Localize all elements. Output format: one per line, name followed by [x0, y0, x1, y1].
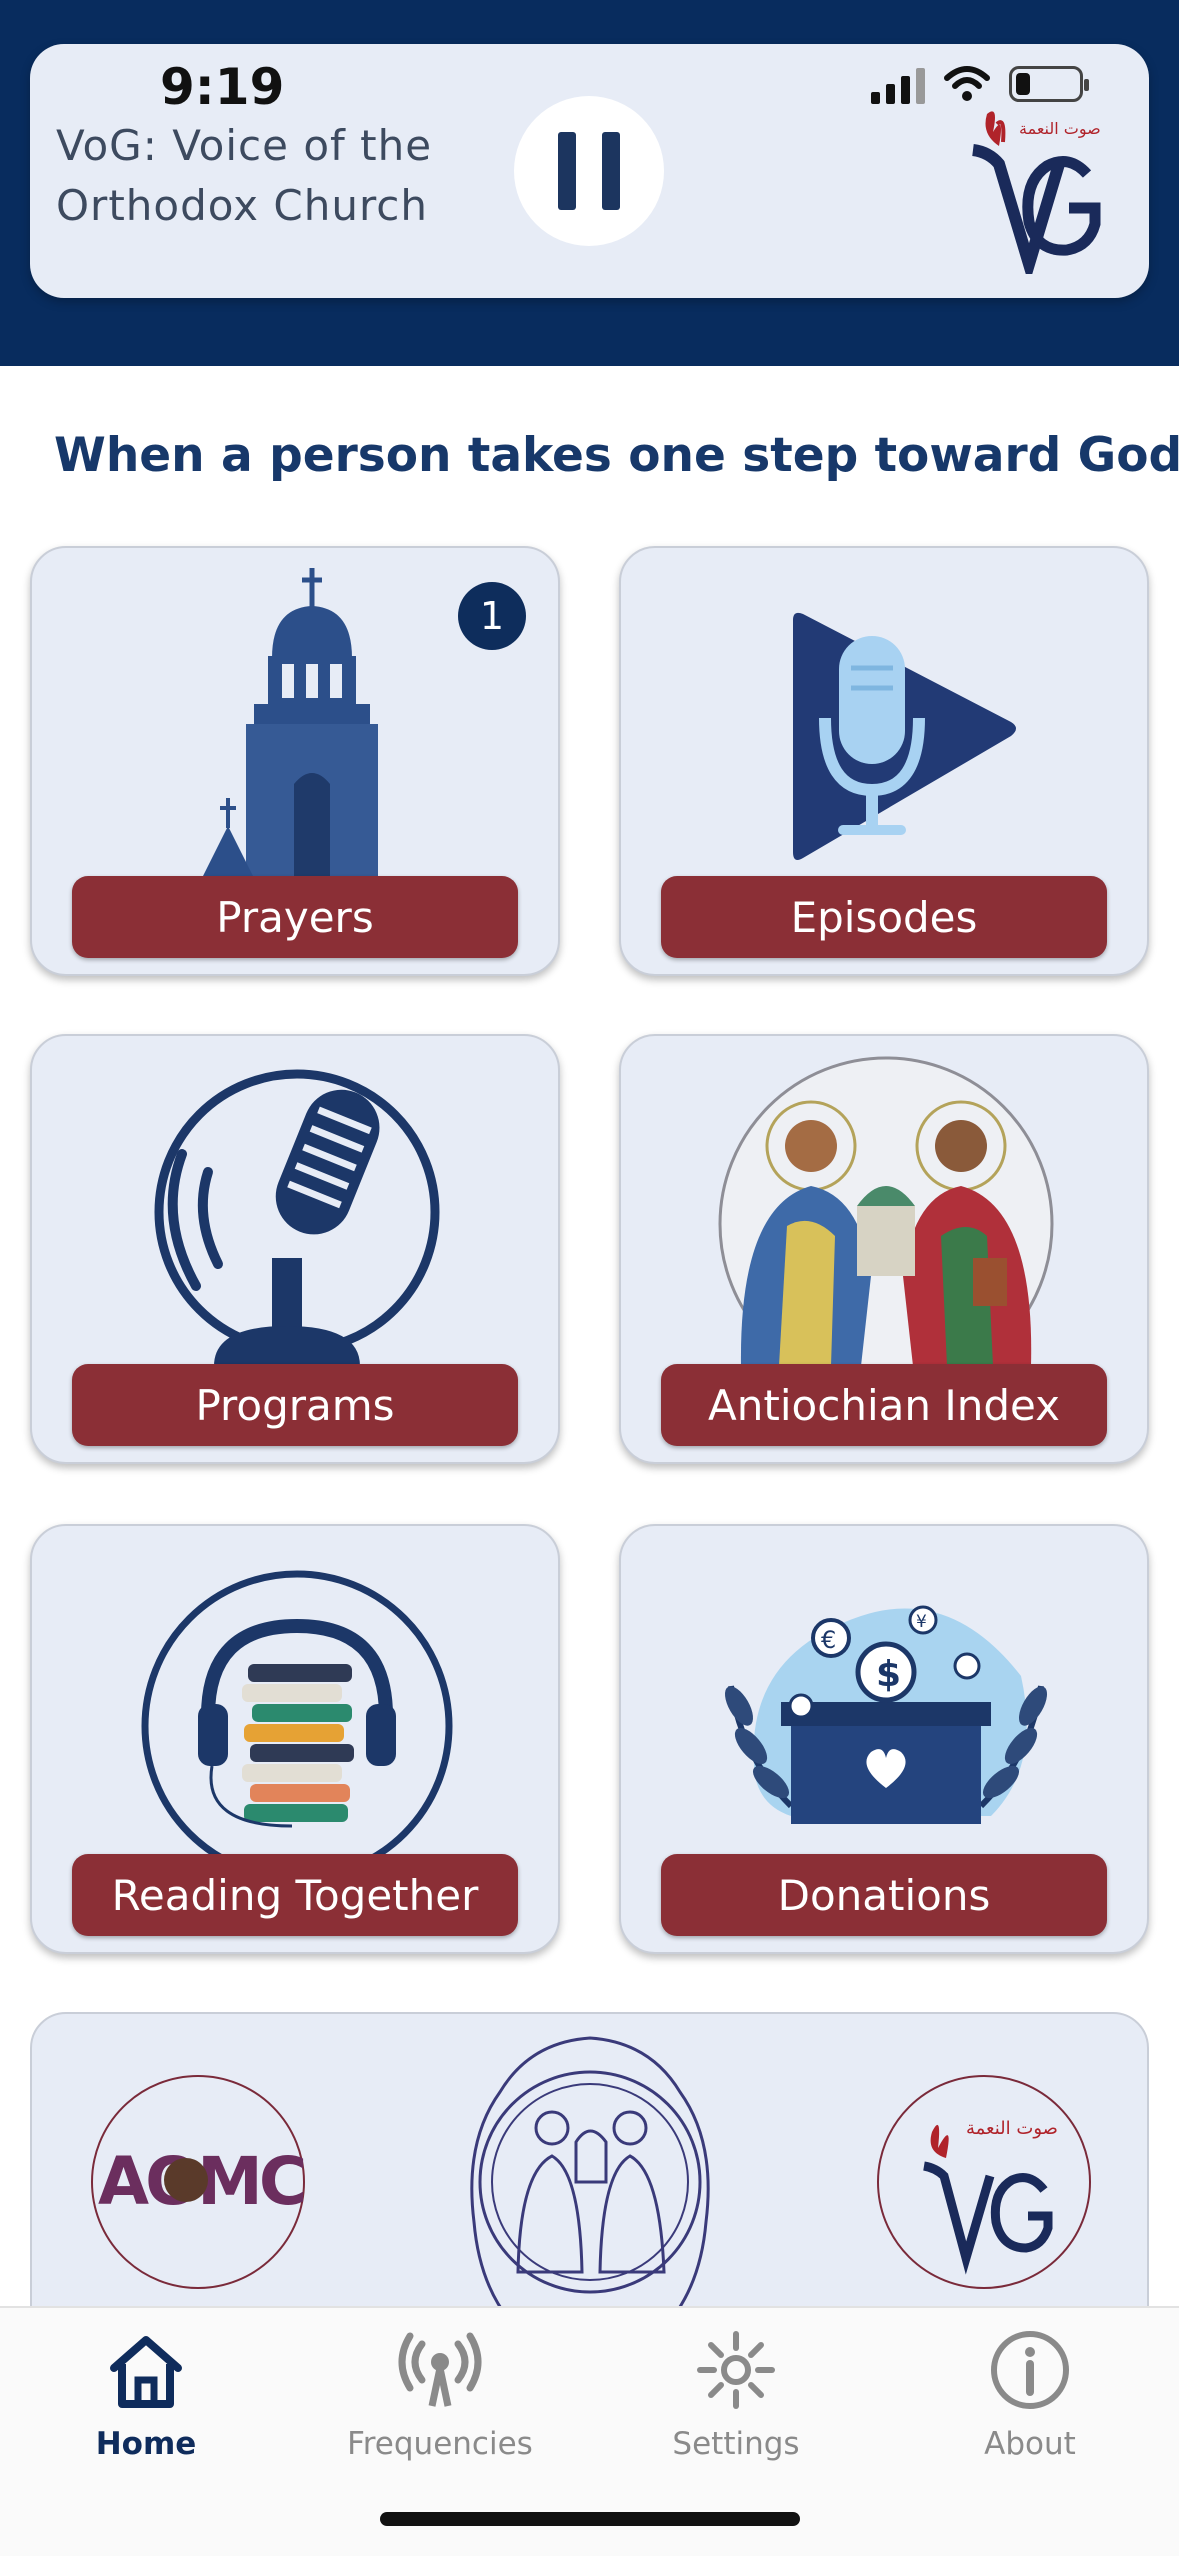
donation-box-icon: $ € ¥	[725, 1605, 1047, 1824]
tile-episodes[interactable]: Episodes	[619, 546, 1149, 976]
station-title: VoG: Voice of the Orthodox Church	[56, 121, 433, 230]
tab-home[interactable]: Home	[16, 2328, 276, 2488]
tile-prayers[interactable]: 1 Prayers	[30, 546, 560, 976]
reading-together-button[interactable]: Reading Together	[72, 1854, 518, 1936]
tab-frequencies-label: Frequencies	[347, 2426, 533, 2462]
tab-settings-label: Settings	[672, 2426, 800, 2462]
status-time: 9:19	[160, 58, 285, 116]
saints-icon	[718, 1056, 1054, 1366]
antiochian-index-button[interactable]: Antiochian Index	[661, 1364, 1107, 1446]
programs-button[interactable]: Programs	[72, 1364, 518, 1446]
wifi-icon	[944, 66, 990, 101]
tile-donations[interactable]: $ € ¥ Donations	[619, 1524, 1149, 1954]
tab-settings[interactable]: Settings	[606, 2328, 866, 2488]
now-playing-card[interactable]: 9:19 VoG: Voice of the Orthodox Church ص…	[30, 44, 1149, 298]
podcast-microphone-icon	[154, 1069, 440, 1366]
battery-icon	[1009, 66, 1089, 102]
tab-about[interactable]: About	[900, 2328, 1160, 2488]
pause-icon	[558, 132, 576, 210]
pause-button[interactable]	[514, 96, 664, 246]
tile-programs[interactable]: Programs	[30, 1034, 560, 1464]
microphone-play-icon	[793, 612, 1016, 860]
tab-frequencies[interactable]: Frequencies	[310, 2328, 570, 2488]
header: 9:19 VoG: Voice of the Orthodox Church ص…	[0, 0, 1179, 366]
gear-icon	[697, 2331, 775, 2409]
aomc-logo[interactable]: AOMC	[88, 2072, 308, 2292]
tile-antiochian-index[interactable]: Antiochian Index	[619, 1034, 1149, 1464]
tab-about-label: About	[984, 2426, 1076, 2462]
svg-text:$: $	[876, 1654, 901, 1695]
svg-text:صوت النعمة: صوت النعمة	[966, 2118, 1058, 2139]
app-screen: 9:19 VoG: Voice of the Orthodox Church ص…	[0, 0, 1179, 2556]
broadcast-icon	[398, 2332, 482, 2407]
prayers-count-badge: 1	[458, 582, 526, 650]
episodes-button[interactable]: Episodes	[661, 876, 1107, 958]
cellular-signal-icon	[871, 64, 925, 104]
svg-text:صوت النعمة: صوت النعمة	[1019, 119, 1101, 139]
prayers-button[interactable]: Prayers	[72, 876, 518, 958]
tab-home-label: Home	[95, 2426, 197, 2462]
tile-reading-together[interactable]: Reading Together	[30, 1524, 560, 1954]
status-icons	[871, 64, 1089, 104]
vog-logo: صوت النعمة	[972, 111, 1101, 274]
home-icon	[110, 2336, 182, 2408]
vog-partner-logo[interactable]: صوت النعمة	[874, 2072, 1094, 2292]
donations-button[interactable]: Donations	[661, 1854, 1107, 1936]
svg-text:€: €	[821, 1626, 836, 1654]
home-indicator[interactable]	[380, 2512, 800, 2526]
info-icon	[991, 2331, 1069, 2409]
headphones-books-icon	[141, 1570, 453, 1856]
quote-marquee: When a person takes one step toward God,…	[54, 428, 1179, 483]
svg-text:¥: ¥	[916, 1612, 927, 1632]
